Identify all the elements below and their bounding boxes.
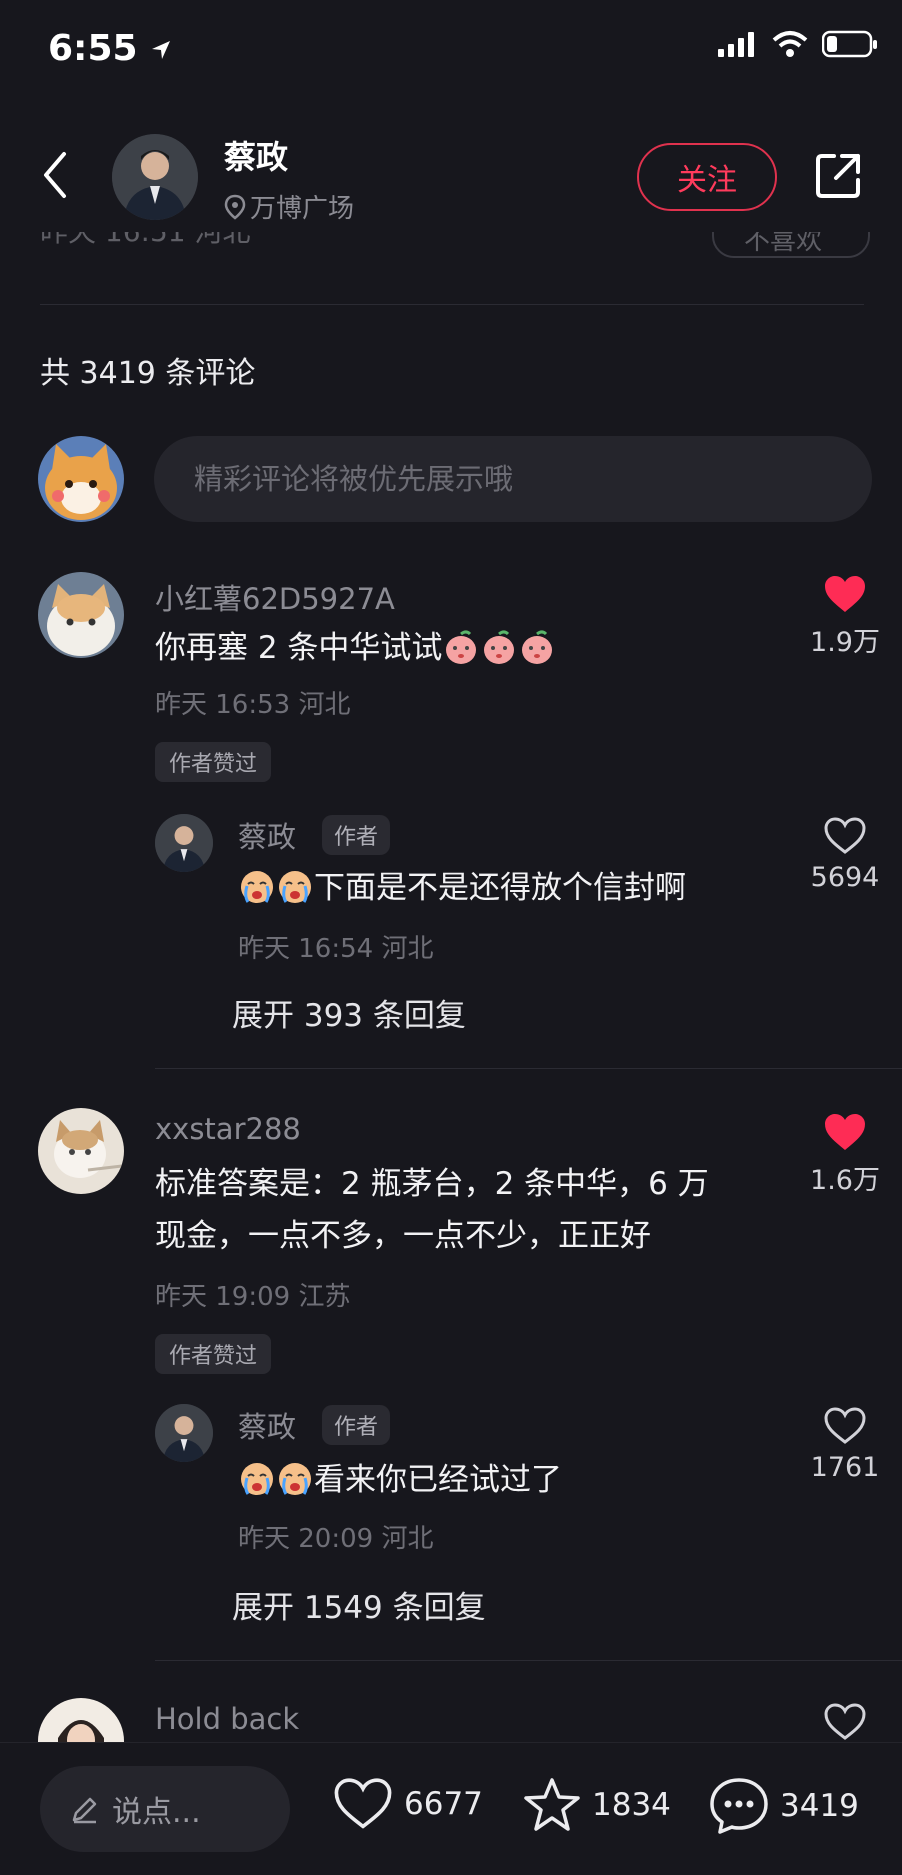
author-tag: 作者 [322,815,391,855]
comment-text: 标准答案是：2 瓶茅台，2 条中华，6 万 现金，一点不多，一点不少，正正好 [155,1166,709,1254]
favorite-post-button[interactable]: 1834 [522,1776,671,1834]
location-arrow-icon [152,41,171,59]
comment-username[interactable]: Hold back [155,1702,299,1736]
author-name[interactable]: 蔡政 [224,132,288,178]
wifi-icon [772,31,808,57]
comment-total: 共 3419 条评论 [40,356,256,391]
comment-divider [155,1660,902,1661]
pencil-icon [72,1797,97,1824]
comment-meta: 昨天 19:09 江苏 [155,1282,351,1312]
divider [40,304,864,305]
commenter-avatar[interactable] [38,1698,124,1742]
reply-meta: 昨天 16:54 河北 [238,934,434,964]
say-placeholder: 说点... [112,1795,201,1830]
like-post-button[interactable]: 6677 [332,1776,483,1832]
status-time: 6:55 [48,28,172,69]
peach-crying-emoji-icon [522,630,553,664]
crying-face-emoji-icon [241,1462,273,1495]
post-favorite-count: 1834 [592,1787,671,1823]
post-comment-count: 3419 [780,1788,859,1824]
reply-text: 下面是不是还得放个信封啊 [238,862,686,914]
follow-button[interactable]: 关注 [637,143,777,211]
heart-outline-icon [824,1407,866,1444]
post-like-count: 6677 [404,1786,483,1822]
status-icons [718,30,878,58]
scrolled-post-meta: 昨天 16:51 河北 不喜欢 [40,232,870,266]
author-liked-tag: 作者赞过 [155,742,272,782]
like-count: 1.6万 [810,1165,880,1196]
share-button[interactable] [812,150,864,206]
reply-avatar[interactable] [155,814,213,872]
heart-outline-icon [334,1778,392,1829]
my-avatar [38,436,124,522]
comment-input-field[interactable] [154,436,872,522]
crying-face-emoji-icon [279,1462,311,1495]
comment-bubble-icon [710,1778,768,1834]
heart-outline-icon [824,817,866,854]
author-avatar[interactable] [112,134,198,220]
comment-post-button[interactable]: 3419 [708,1776,859,1836]
reply-like-button[interactable]: 5694 [790,816,900,893]
heart-filled-icon [825,576,865,612]
reply-username[interactable]: 蔡政 [238,814,296,856]
reply-text: 看来你已经试过了 [238,1454,562,1506]
expand-replies-button[interactable]: 展开 1549 条回复 [232,1582,486,1627]
say-something-input[interactable]: 说点... [40,1766,290,1852]
heart-filled-icon [825,1114,865,1150]
author-liked-tag: 作者赞过 [155,1334,272,1374]
star-outline-icon [524,1778,580,1831]
commenter-avatar[interactable] [38,572,124,658]
comment-username[interactable]: xxstar288 [155,1112,301,1146]
like-count: 1761 [810,1452,880,1483]
signal-icon [718,32,754,57]
comment-like-button[interactable]: 1.9万 [790,574,900,659]
reply-username[interactable]: 蔡政 [238,1404,296,1446]
location-text: 万博广场 [250,194,355,224]
peach-crying-emoji-icon [484,630,515,664]
comment-input[interactable] [194,462,872,496]
like-count: 1.9万 [810,627,880,658]
chevron-left-icon [44,152,66,198]
peach-crying-emoji-icon [446,630,477,664]
expand-replies-button[interactable]: 展开 393 条回复 [232,990,466,1035]
crying-face-emoji-icon [279,870,311,903]
comment-meta: 昨天 16:53 河北 [155,690,351,720]
comment-like-button[interactable] [823,1702,867,1746]
reply-like-button[interactable]: 1761 [790,1406,900,1483]
commenter-avatar[interactable] [38,1108,124,1194]
location-pin-icon [224,194,246,220]
author-tag: 作者 [322,1405,391,1445]
author-location[interactable]: 万博广场 [224,188,354,225]
back-button[interactable] [40,150,70,204]
comment-text: 你再塞 2 条中华试试 [155,622,556,674]
battery-icon [822,30,877,58]
like-count: 5694 [810,862,880,893]
heart-outline-icon [824,1703,866,1740]
comment-like-button[interactable]: 1.6万 [790,1112,900,1197]
comment-username[interactable]: 小红薯62D5927A [155,576,395,618]
reply-meta: 昨天 20:09 河北 [238,1524,434,1554]
crying-face-emoji-icon [241,870,273,903]
comment-divider [155,1068,902,1069]
reply-avatar[interactable] [155,1404,213,1462]
share-icon [816,154,860,198]
